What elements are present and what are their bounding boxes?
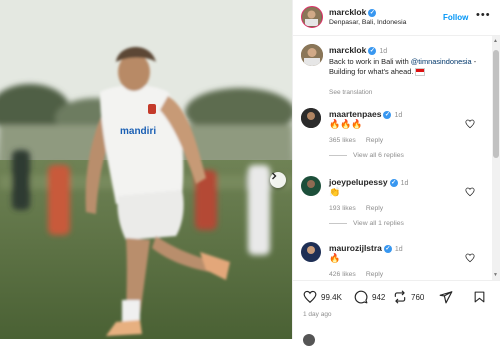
follow-button[interactable]: Follow xyxy=(443,13,468,22)
comment-username-text[interactable]: maartenpaes xyxy=(329,109,381,119)
like-comment-heart-icon[interactable] xyxy=(465,253,475,263)
share-button[interactable] xyxy=(439,290,453,304)
comment-item: maartenpaes ✓ 1d 🔥🔥🔥 365 likes Reply View a… xyxy=(293,106,493,168)
author-username[interactable]: marcklok ✓ xyxy=(329,7,377,17)
like-comment-heart-icon[interactable] xyxy=(465,119,475,129)
comment-likes[interactable]: 193 likes xyxy=(329,205,356,212)
comments-count: 942 xyxy=(372,292,386,302)
indonesia-flag-icon xyxy=(415,68,426,77)
comment-likes[interactable]: 426 likes xyxy=(329,271,356,278)
comment-time: 1d xyxy=(394,112,403,119)
like-button[interactable]: 99.4K xyxy=(303,290,342,304)
verified-badge-icon: ✓ xyxy=(383,244,392,253)
reply-button[interactable]: Reply xyxy=(366,137,383,144)
comment-time: 1d xyxy=(394,246,403,253)
comment-text: 🔥 xyxy=(329,253,341,263)
comment-meta: 193 likes Reply xyxy=(329,205,393,212)
more-options-icon[interactable]: ••• xyxy=(476,9,491,21)
comment-likes[interactable]: 365 likes xyxy=(329,137,356,144)
comment-username[interactable]: maartenpaes ✓ 1d xyxy=(329,109,402,119)
view-replies-button[interactable]: View all 1 replies xyxy=(329,220,404,227)
post-caption: marcklok ✓ 1d Back to work in Bali with @t… xyxy=(293,36,493,102)
post-details-panel: marcklok ✓ Denpasar, Bali, Indonesia Foll… xyxy=(292,0,500,346)
comment-username-text[interactable]: maurozijlstra xyxy=(329,243,382,253)
reposts-count: 760 xyxy=(411,292,425,302)
paper-plane-icon xyxy=(439,291,453,304)
caption-mention-link[interactable]: @timnasindonesia xyxy=(411,57,472,66)
caption-text: Back to work in Bali with @timnasindones… xyxy=(329,57,485,77)
caption-text-part1: Back to work in Bali with xyxy=(329,57,411,66)
post-photo xyxy=(0,0,292,339)
comment-username[interactable]: maurozijlstra ✓ 1d xyxy=(329,243,403,253)
scroll-up-arrow-icon[interactable]: ▲ xyxy=(493,38,498,44)
comments-scroll-area[interactable]: marcklok ✓ 1d Back to work in Bali with @t… xyxy=(293,36,493,280)
post-actions-bar: 99.4K 942 760 1 day ago xyxy=(293,280,500,339)
bookmark-icon xyxy=(474,291,485,303)
comment-item: maurozijlstra ✓ 1d 🔥 426 likes Reply xyxy=(293,240,493,280)
save-button[interactable] xyxy=(473,290,486,304)
comment-text: 👏 xyxy=(329,187,341,197)
avatar-image xyxy=(302,7,321,26)
see-translation-link[interactable]: See translation xyxy=(329,89,372,96)
comment-avatar[interactable] xyxy=(301,242,321,262)
avatar-image xyxy=(301,108,321,128)
comments-scrollbar[interactable]: ▲ ▼ xyxy=(492,36,500,280)
caption-username[interactable]: marcklok ✓ 1d xyxy=(329,45,387,55)
comment-username[interactable]: joeypelupessy ✓ 1d xyxy=(329,177,408,187)
jersey-sponsor-text: mandiri xyxy=(120,126,157,137)
comment-item: joeypelupessy ✓ 1d 👏 193 likes Reply View a… xyxy=(293,174,493,236)
avatar-image xyxy=(301,44,323,66)
verified-badge-icon: ✓ xyxy=(383,110,392,119)
author-avatar[interactable] xyxy=(301,6,323,28)
post-time-ago[interactable]: 1 day ago xyxy=(303,311,332,318)
caption-username-text[interactable]: marcklok xyxy=(329,45,366,55)
post-media[interactable]: mandiri xyxy=(0,0,292,339)
comment-text: 🔥🔥🔥 xyxy=(329,119,363,129)
comment-avatar[interactable] xyxy=(301,108,321,128)
view-replies-button[interactable]: View all 6 replies xyxy=(329,152,404,159)
avatar-image xyxy=(301,176,321,196)
verified-badge-icon: ✓ xyxy=(389,178,398,187)
scrollbar-thumb[interactable] xyxy=(493,50,499,158)
comment-username-text[interactable]: joeypelupessy xyxy=(329,177,388,187)
repost-button[interactable]: 760 xyxy=(393,290,424,304)
comment-time: 1d xyxy=(400,180,409,187)
post-location[interactable]: Denpasar, Bali, Indonesia xyxy=(329,19,406,26)
heart-icon xyxy=(303,290,317,304)
comment-icon xyxy=(354,290,368,304)
scroll-down-arrow-icon[interactable]: ▼ xyxy=(493,272,498,278)
chevron-right-icon xyxy=(272,172,277,180)
comment-meta: 365 likes Reply xyxy=(329,137,393,144)
verified-badge-icon: ✓ xyxy=(368,8,377,17)
reply-button[interactable]: Reply xyxy=(366,271,383,278)
avatar-image xyxy=(301,242,321,262)
repost-icon xyxy=(394,290,406,304)
current-user-avatar xyxy=(303,334,315,346)
comment-button[interactable]: 942 xyxy=(354,290,385,304)
like-comment-heart-icon[interactable] xyxy=(465,187,475,197)
caption-time: 1d xyxy=(379,48,388,55)
next-media-button[interactable] xyxy=(270,172,286,188)
verified-badge-icon: ✓ xyxy=(368,46,377,55)
comment-meta: 426 likes Reply xyxy=(329,271,393,278)
author-username-text[interactable]: marcklok xyxy=(329,7,366,17)
post-header: marcklok ✓ Denpasar, Bali, Indonesia Foll… xyxy=(293,0,500,36)
comment-avatar[interactable] xyxy=(301,176,321,196)
reply-button[interactable]: Reply xyxy=(366,205,383,212)
likes-count: 99.4K xyxy=(321,292,342,302)
caption-avatar[interactable] xyxy=(301,44,323,66)
